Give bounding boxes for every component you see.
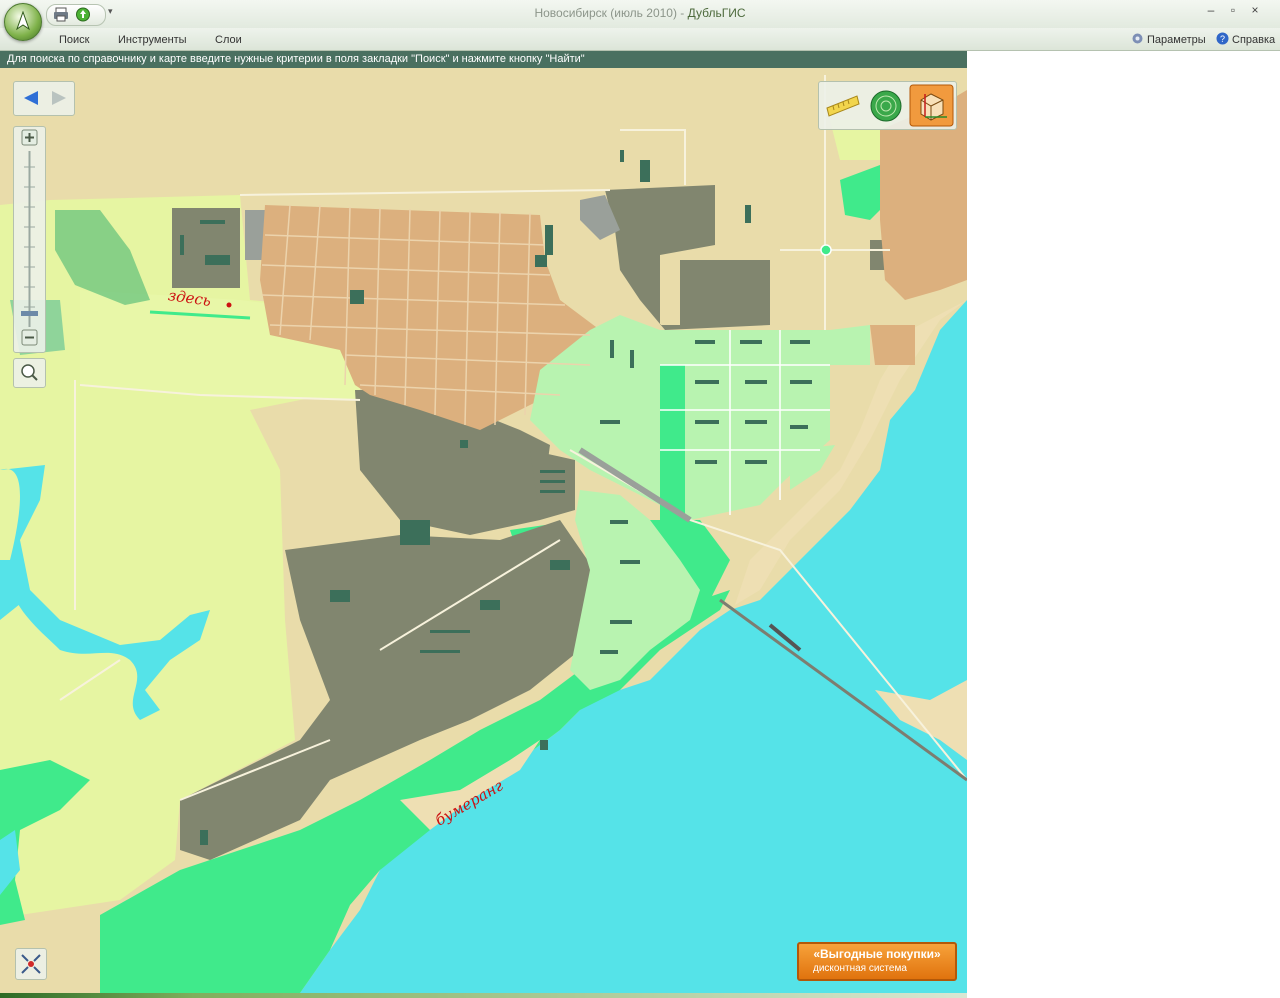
help-icon: ? — [1216, 32, 1229, 45]
map-tools — [818, 81, 957, 130]
status-strip — [0, 993, 967, 998]
ruler-icon[interactable] — [826, 95, 860, 117]
fit-view-icon — [21, 954, 41, 974]
promo-banner[interactable]: «Выгодные покупки» дисконтная система — [797, 942, 957, 981]
zoom-panel — [13, 126, 46, 353]
app-name: ДубльГИС — [687, 6, 746, 20]
residential-3 — [830, 325, 870, 365]
app-menu-button[interactable] — [4, 3, 42, 41]
forward-icon[interactable] — [52, 91, 66, 105]
minimize-button[interactable]: – — [1200, 3, 1222, 17]
overview-button[interactable] — [15, 948, 47, 980]
window-title: Новосибирск (июль 2010) - ДубльГИС — [534, 6, 746, 20]
window-controls: – ▫ × — [1200, 3, 1266, 17]
hint-bar: Для поиска по справочнику и карте введит… — [0, 51, 967, 68]
magnifier-icon — [21, 364, 38, 381]
settings-link[interactable]: Параметры — [1131, 32, 1206, 46]
app-logo-icon — [15, 10, 31, 31]
side-pane — [967, 51, 1280, 998]
tab-layers[interactable]: Слои — [215, 34, 242, 46]
radar-icon[interactable] — [870, 90, 902, 122]
svg-text:?: ? — [1220, 34, 1225, 44]
private-housing-3 — [870, 325, 915, 365]
promo-title: «Выгодные покупки» — [813, 947, 941, 961]
history-nav — [13, 81, 75, 116]
title-bar: ▾ Новосибирск (июль 2010) - ДубльГИС – ▫ × — [0, 0, 1280, 28]
gear-icon — [1132, 33, 1143, 44]
roundabout — [820, 244, 832, 256]
zoom-thumb[interactable] — [21, 311, 38, 316]
promo-subtitle: дисконтная система — [813, 963, 907, 974]
back-icon[interactable] — [24, 91, 38, 105]
tab-search[interactable]: Поиск — [59, 34, 89, 46]
map-view[interactable]: здесь бумеранг — [0, 68, 967, 993]
ribbon: Поиск Инструменты Слои Параметры ? Справк… — [0, 28, 1280, 51]
maximize-button[interactable]: ▫ — [1222, 3, 1244, 17]
zoom-area-button[interactable] — [13, 358, 46, 388]
tab-tools[interactable]: Инструменты — [118, 34, 187, 46]
park-strip — [660, 365, 685, 520]
location-marker — [226, 302, 232, 308]
help-link[interactable]: ? Справка — [1216, 32, 1275, 46]
map-canvas[interactable] — [0, 68, 967, 993]
close-button[interactable]: × — [1244, 3, 1266, 17]
